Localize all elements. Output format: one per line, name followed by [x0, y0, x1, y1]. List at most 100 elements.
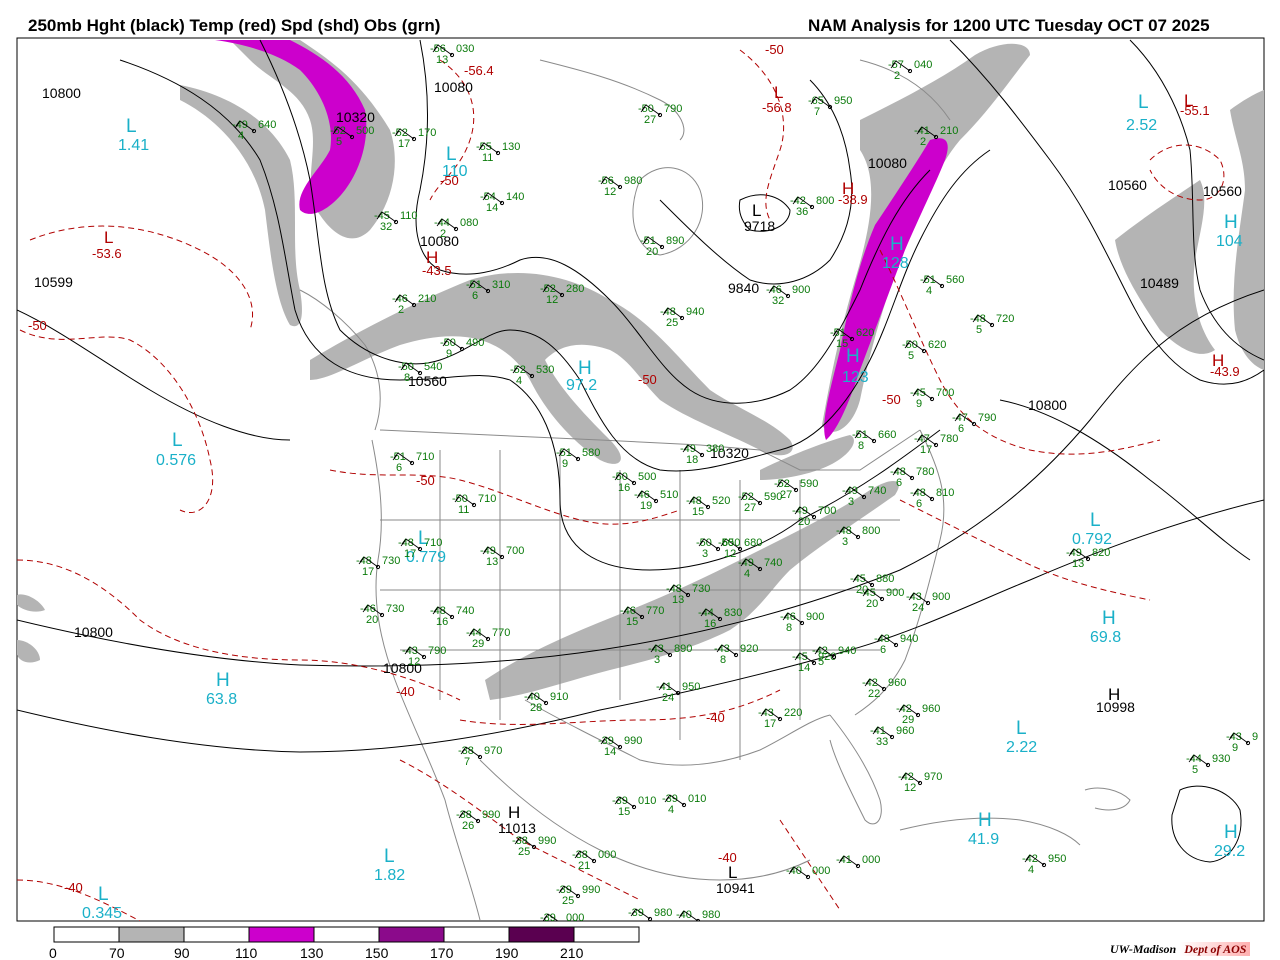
obs-height: 580 — [582, 447, 600, 459]
hgt-label: 9840 — [728, 280, 759, 296]
hgt-extremum-value: 10998 — [1096, 699, 1135, 715]
obs-dewpoint-depression: 9 — [562, 458, 568, 470]
obs-height: 640 — [258, 119, 276, 131]
tmp-label: -50 — [28, 318, 47, 333]
hgt-label: 10080 — [434, 79, 473, 95]
temp-extremum-letter: L — [104, 228, 113, 247]
obs-height: 830 — [724, 607, 742, 619]
hgt-label: 10560 — [1108, 177, 1147, 193]
speed-extremum-letter: H — [890, 234, 904, 255]
colorbar-tick: 70 — [109, 945, 125, 960]
obs-dewpoint-depression: 12 — [904, 782, 916, 794]
hgt-label: 10560 — [408, 373, 447, 389]
obs-dewpoint-depression: 33 — [876, 736, 888, 748]
obs-dewpoint-depression: 22 — [868, 688, 880, 700]
obs-dewpoint-depression: 15 — [626, 616, 638, 628]
speed-extremum-value: 0.345 — [82, 905, 122, 922]
obs-height: 950 — [1048, 853, 1066, 865]
obs-dewpoint-depression: 6 — [396, 462, 402, 474]
temp-extremum-value: -38.9 — [838, 192, 868, 207]
obs-height: 950 — [834, 95, 852, 107]
speed-extremum-letter: L — [172, 430, 183, 451]
map-title: 250mb Hght (black) Temp (red) Spd (shd) … — [28, 16, 441, 35]
obs-height: 530 — [536, 364, 554, 376]
obs-dewpoint-depression: 4 — [238, 130, 244, 142]
obs-dewpoint-depression: 13 — [672, 594, 684, 606]
obs-height: 680 — [744, 537, 762, 549]
obs-height: 280 — [566, 283, 584, 295]
hgt-label: 10080 — [868, 155, 907, 171]
speed-extremum-letter: L — [446, 144, 457, 165]
speed-extremum-value: 69.8 — [1090, 629, 1121, 646]
obs-height: 940 — [838, 645, 856, 657]
obs-height: 740 — [868, 485, 886, 497]
obs-height: 770 — [646, 605, 664, 617]
obs-height: 720 — [996, 313, 1014, 325]
obs-height: 730 — [692, 583, 710, 595]
obs-dewpoint-depression: 14 — [604, 746, 616, 758]
obs-dewpoint-depression: 12 — [546, 294, 558, 306]
tmp-label: -50 — [638, 372, 657, 387]
hgt-label: 10800 — [1028, 397, 1067, 413]
obs-dewpoint-depression: 17 — [920, 444, 932, 456]
speed-extremum-value: 97.2 — [566, 377, 597, 394]
obs-dewpoint-depression: 14 — [798, 662, 810, 674]
obs-dewpoint-depression: 15 — [692, 506, 704, 518]
obs-height: 170 — [418, 127, 436, 139]
obs-height: 490 — [466, 337, 484, 349]
obs-dewpoint-depression: 32 — [772, 295, 784, 307]
obs-height: 880 — [876, 573, 894, 585]
obs-dewpoint-depression: 20 — [866, 598, 878, 610]
obs-height: 730 — [382, 555, 400, 567]
obs-height: 740 — [456, 605, 474, 617]
obs-height: 980 — [654, 907, 672, 919]
speed-extremum-value: 1.82 — [374, 867, 405, 884]
colorbar-seg-0-70 — [53, 926, 120, 943]
obs-dewpoint-depression: 24 — [912, 602, 924, 614]
obs-dewpoint-depression: 6 — [896, 477, 902, 489]
obs-dewpoint-depression: 12 — [604, 186, 616, 198]
obs-height: 710 — [424, 537, 442, 549]
obs-height: 920 — [740, 643, 758, 655]
obs-height: 990 — [624, 735, 642, 747]
credit-dept: Dept of AOS — [1180, 942, 1251, 956]
obs-height: 650 — [722, 537, 740, 549]
obs-height: 210 — [418, 293, 436, 305]
obs-height: 590 — [800, 478, 818, 490]
obs-height: 930 — [1212, 753, 1230, 765]
speed-extremum-letter: L — [126, 116, 137, 137]
colorbar-tick: 0 — [49, 945, 57, 960]
obs-dewpoint-depression: 15 — [836, 338, 848, 350]
speed-extremum-value: 29.2 — [1214, 843, 1245, 860]
obs-height: 790 — [978, 412, 996, 424]
obs-height: 000 — [812, 865, 830, 877]
tmp-label: -50 — [416, 473, 435, 488]
obs-dewpoint-depression: 8 — [404, 372, 410, 384]
obs-height: 080 — [460, 217, 478, 229]
obs-height: 950 — [682, 681, 700, 693]
obs-dewpoint-depression: 24 — [662, 692, 674, 704]
temp-extremum-value: -43.5 — [422, 263, 452, 278]
obs-dewpoint-depression: 16 — [618, 482, 630, 494]
obs-height: 900 — [886, 587, 904, 599]
obs-dewpoint-depression: 36 — [796, 206, 808, 218]
obs-dewpoint-depression: 20 — [366, 614, 378, 626]
obs-height: 620 — [928, 339, 946, 351]
obs-dewpoint-depression: 4 — [744, 568, 750, 580]
obs-dewpoint-depression: 16 — [704, 618, 716, 630]
tmp-label: -40 — [396, 684, 415, 699]
obs-dewpoint-depression: 8 — [720, 654, 726, 666]
obs-height: 660 — [878, 429, 896, 441]
obs-dewpoint-depression: 9 — [916, 398, 922, 410]
speed-extremum-letter: L — [384, 846, 395, 867]
obs-height: 010 — [638, 795, 656, 807]
obs-dewpoint-depression: 4 — [516, 375, 522, 387]
speed-extremum-letter: L — [98, 884, 109, 905]
hgt-extremum-value: 10941 — [716, 880, 755, 896]
obs-height: 980 — [624, 175, 642, 187]
hgt-label: 10800 — [74, 624, 113, 640]
obs-dewpoint-depression: 26 — [462, 820, 474, 832]
hgt-label: 10560 — [1203, 183, 1242, 199]
obs-height: 960 — [922, 703, 940, 715]
obs-height: 500 — [638, 471, 656, 483]
